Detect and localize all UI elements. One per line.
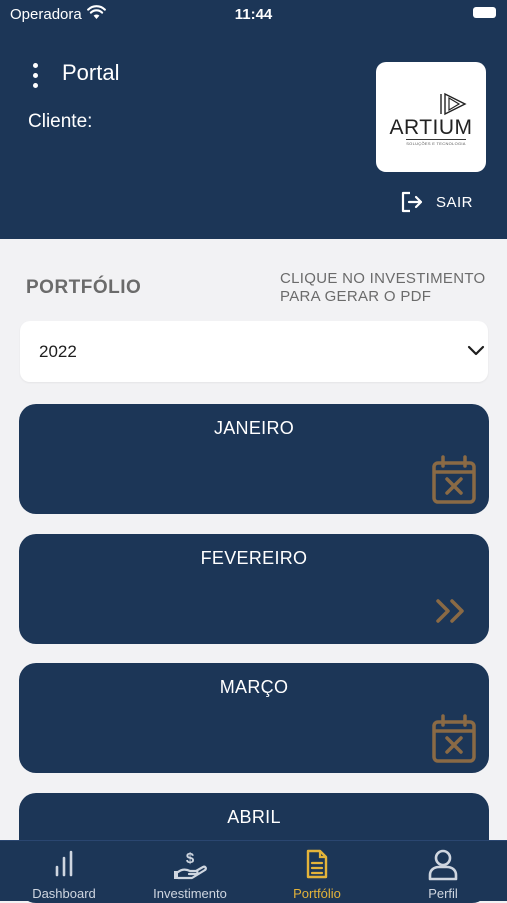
tab-investimento[interactable]: $ Investimento [140, 841, 240, 901]
bar-chart-icon [55, 850, 73, 877]
document-icon [306, 849, 328, 879]
client-label: Cliente: [28, 111, 93, 132]
tab-dashboard[interactable]: Dashboard [14, 841, 114, 901]
month-name: MARÇO [219, 677, 289, 697]
user-icon [428, 849, 458, 881]
month-card-janeiro[interactable]: JANEIRO [19, 404, 489, 514]
tab-label: Perfil [428, 886, 458, 901]
logout-icon [401, 191, 423, 213]
tab-label: Dashboard [32, 886, 96, 901]
calendar-x-icon [432, 714, 476, 763]
tab-portfolio[interactable]: Portfólio [267, 841, 367, 901]
play-logo-icon [440, 92, 467, 116]
battery-icon [473, 7, 496, 18]
month-name: JANEIRO [213, 418, 295, 438]
calendar-x-icon [432, 455, 476, 504]
year-select-value: 2022 [39, 342, 77, 361]
tab-perfil[interactable]: Perfil [393, 841, 493, 901]
month-name: ABRIL [227, 807, 281, 827]
status-bar: Operadora 11:44 [0, 0, 507, 30]
svg-text:$: $ [186, 850, 195, 867]
logout-label: SAIR [436, 193, 474, 211]
double-chevron-right-icon [436, 599, 464, 623]
bottom-tab-bar: Dashboard $ Investimento Portfólio Perfi… [0, 840, 507, 901]
chevron-down-icon [467, 345, 485, 356]
clock: 11:44 [234, 6, 273, 23]
app-header: Operadora 11:44 Portal Cliente: ARTIUM S… [0, 0, 507, 239]
year-select[interactable]: 2022 [20, 321, 488, 382]
pdf-hint: CLIQUE NO INVESTIMENTO PARA GERAR O PDF [280, 270, 486, 305]
company-logo: ARTIUM SOLUÇÕES E TECNOLOGIA [376, 62, 486, 172]
page-title: Portal [62, 60, 120, 85]
month-card-marco[interactable]: MARÇO [19, 663, 489, 773]
month-card-fevereiro[interactable]: FEVEREIRO [19, 534, 489, 644]
logout-button[interactable]: SAIR [400, 190, 473, 214]
tab-label: Investimento [153, 886, 227, 901]
section-title: PORTFÓLIO [26, 277, 142, 298]
month-name: FEVEREIRO [200, 548, 308, 568]
logo-tagline: SOLUÇÕES E TECNOLOGIA [406, 139, 466, 146]
hand-dollar-icon: $ [174, 850, 207, 880]
logo-wordmark: ARTIUM [389, 116, 473, 139]
more-options-icon[interactable] [28, 63, 42, 93]
tab-label: Portfólio [293, 886, 341, 901]
